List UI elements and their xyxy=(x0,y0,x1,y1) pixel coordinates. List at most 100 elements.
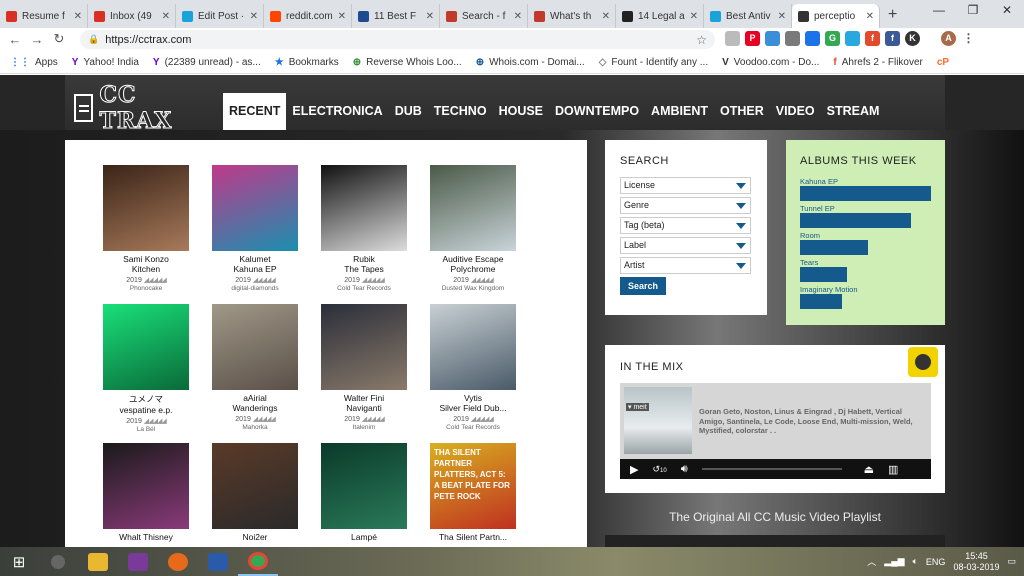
weekly-album-item[interactable]: Tears xyxy=(800,258,847,282)
chrome-icon[interactable] xyxy=(238,547,278,576)
pinterest-icon[interactable]: P xyxy=(745,31,760,46)
album-title[interactable]: vespatine e.p. xyxy=(102,405,190,415)
bookmark-item[interactable]: Y Yahoo! India xyxy=(72,57,139,68)
album-card[interactable]: Rubik The Tapes 2019 ◢◢◢◢◢ Cold Tear Record… xyxy=(320,165,408,292)
tray-chevron-icon[interactable]: ︿ xyxy=(867,555,876,568)
extension-icon[interactable]: K xyxy=(905,31,920,46)
browser-tab[interactable]: Edit Post · ✕ xyxy=(176,4,264,28)
language-indicator[interactable]: ENG xyxy=(926,557,946,567)
restore-icon[interactable]: ❐ xyxy=(956,0,990,22)
search-button[interactable]: Search xyxy=(620,277,666,295)
flikover-icon[interactable]: f xyxy=(865,31,880,46)
album-label[interactable]: La Bél xyxy=(102,426,190,433)
search-select-tag-beta[interactable]: Tag (beta) xyxy=(620,217,751,234)
archive-icon[interactable]: ▥ xyxy=(888,463,898,476)
album-card[interactable]: Auditive Escape Polychrome 2019 ◢◢◢◢◢ Duste… xyxy=(429,165,517,292)
album-cover[interactable] xyxy=(321,304,407,390)
album-artist[interactable]: Tha Silent Partn... xyxy=(429,532,517,542)
bookmark-item[interactable]: ⋮⋮ Apps xyxy=(10,57,58,68)
search-cortana-icon[interactable] xyxy=(38,547,78,576)
profile-avatar[interactable]: A xyxy=(941,31,956,46)
speaker-icon[interactable]: 🔈︎ xyxy=(913,556,918,567)
grammarly-icon[interactable]: G xyxy=(825,31,840,46)
nav-house[interactable]: HOUSE xyxy=(493,93,549,130)
browser-tab[interactable]: reddit.com ✕ xyxy=(264,4,352,28)
search-select-license[interactable]: License xyxy=(620,177,751,194)
extension-icon[interactable] xyxy=(725,31,740,46)
tab-close-icon[interactable]: ✕ xyxy=(690,11,698,22)
file-explorer-icon[interactable] xyxy=(78,547,118,576)
bookmark-item[interactable]: f Ahrefs 2 - Flikover xyxy=(833,57,922,68)
album-cover[interactable] xyxy=(103,165,189,251)
nav-other[interactable]: OTHER xyxy=(714,93,770,130)
album-artist[interactable]: Rubik xyxy=(320,254,408,264)
bookmark-star-icon[interactable]: ☆ xyxy=(696,33,707,47)
browser-tab[interactable]: 14 Legal a ✕ xyxy=(616,4,704,28)
browser-tab[interactable]: 11 Best F ✕ xyxy=(352,4,440,28)
tab-close-icon[interactable]: ✕ xyxy=(514,11,522,22)
weekly-album-label[interactable]: Tears xyxy=(800,258,847,267)
extension-icon[interactable] xyxy=(845,31,860,46)
network-icon[interactable]: ▂▄▆ xyxy=(884,556,904,567)
firefox-icon[interactable] xyxy=(158,547,198,576)
tab-close-icon[interactable]: ✕ xyxy=(778,11,786,22)
bookmark-item[interactable]: ◇ Fount - Identify any ... xyxy=(599,57,708,68)
facebook-icon[interactable]: f xyxy=(885,31,900,46)
weekly-album-item[interactable]: Kahuna EP xyxy=(800,177,931,201)
nav-downtempo[interactable]: DOWNTEMPO xyxy=(549,93,645,130)
album-label[interactable]: Cold Tear Records xyxy=(429,424,517,431)
search-select-label[interactable]: Label xyxy=(620,237,751,254)
bookmark-item[interactable]: ⊕ Whois.com - Domai... xyxy=(476,57,585,68)
album-card[interactable]: Whalt Thisney xyxy=(102,443,190,542)
album-card[interactable]: Sami Konzo Kitchen 2019 ◢◢◢◢◢ Phonocake xyxy=(102,165,190,292)
weekly-album-label[interactable]: Kahuna EP xyxy=(800,177,931,186)
album-label[interactable]: Phonocake xyxy=(102,285,190,292)
album-artist[interactable]: aAirial xyxy=(211,393,299,403)
tab-close-icon[interactable]: ✕ xyxy=(74,11,82,22)
url-bar[interactable]: 🔒 https://cctrax.com ☆ xyxy=(80,30,715,49)
forward-icon[interactable]: → xyxy=(26,32,48,47)
weekly-album-item[interactable]: Room xyxy=(800,231,868,255)
notifications-icon[interactable]: ▭ xyxy=(1007,556,1016,567)
browser-tab[interactable]: Best Antiv ✕ xyxy=(704,4,792,28)
new-tab-button[interactable]: + xyxy=(880,4,905,28)
mix-thumbnail[interactable]: ▾ meit xyxy=(624,387,692,454)
album-cover[interactable] xyxy=(430,304,516,390)
nav-electronica[interactable]: ELECTRONICA xyxy=(286,93,388,130)
minimize-icon[interactable]: — xyxy=(922,0,956,22)
tab-close-icon[interactable]: ✕ xyxy=(250,11,258,22)
browser-tab[interactable]: Search - f ✕ xyxy=(440,4,528,28)
nav-recent[interactable]: RECENT xyxy=(223,93,287,130)
album-artist[interactable]: Noi2er xyxy=(211,532,299,542)
close-window-icon[interactable]: ✕ xyxy=(990,0,1024,22)
tab-close-icon[interactable]: ✕ xyxy=(162,11,170,22)
album-title[interactable]: Kahuna EP xyxy=(211,264,299,274)
album-cover[interactable] xyxy=(103,443,189,529)
album-artist[interactable]: Auditive Escape xyxy=(429,254,517,264)
album-card[interactable]: ユメノマ vespatine e.p. 2019 ◢◢◢◢◢ La Bél xyxy=(102,304,190,433)
bookmark-item[interactable]: Y (22389 unread) - as... xyxy=(153,57,261,68)
album-artist[interactable]: Kalumet xyxy=(211,254,299,264)
nav-techno[interactable]: TECHNO xyxy=(428,93,493,130)
nav-stream[interactable]: STREAM xyxy=(821,93,886,130)
album-cover[interactable] xyxy=(103,304,189,390)
video-playlist-title[interactable]: The Original All CC Music Video Playlist xyxy=(605,510,945,524)
album-title[interactable]: Polychrome xyxy=(429,264,517,274)
album-card[interactable]: THA SILENT PARTNER PLATTERS, ACT 5: A BE… xyxy=(429,443,517,542)
album-title[interactable]: The Tapes xyxy=(320,264,408,274)
site-logo[interactable]: CC TRAX xyxy=(74,82,214,135)
browser-tab[interactable]: perceptio ✕ xyxy=(792,4,880,28)
album-artist[interactable]: ユメノマ xyxy=(102,393,190,405)
nav-video[interactable]: VIDEO xyxy=(770,93,821,130)
onenote-icon[interactable] xyxy=(118,547,158,576)
browser-tab[interactable]: What's th ✕ xyxy=(528,4,616,28)
album-title[interactable]: Kitchen xyxy=(102,264,190,274)
search-select-genre[interactable]: Genre xyxy=(620,197,751,214)
album-artist[interactable]: Sami Konzo xyxy=(102,254,190,264)
word-icon[interactable] xyxy=(198,547,238,576)
extension-icon[interactable] xyxy=(765,31,780,46)
tab-close-icon[interactable]: ✕ xyxy=(426,11,434,22)
nav-dub[interactable]: DUB xyxy=(389,93,428,130)
album-card[interactable]: Noi2er xyxy=(211,443,299,542)
video-player-preview[interactable] xyxy=(605,535,945,547)
